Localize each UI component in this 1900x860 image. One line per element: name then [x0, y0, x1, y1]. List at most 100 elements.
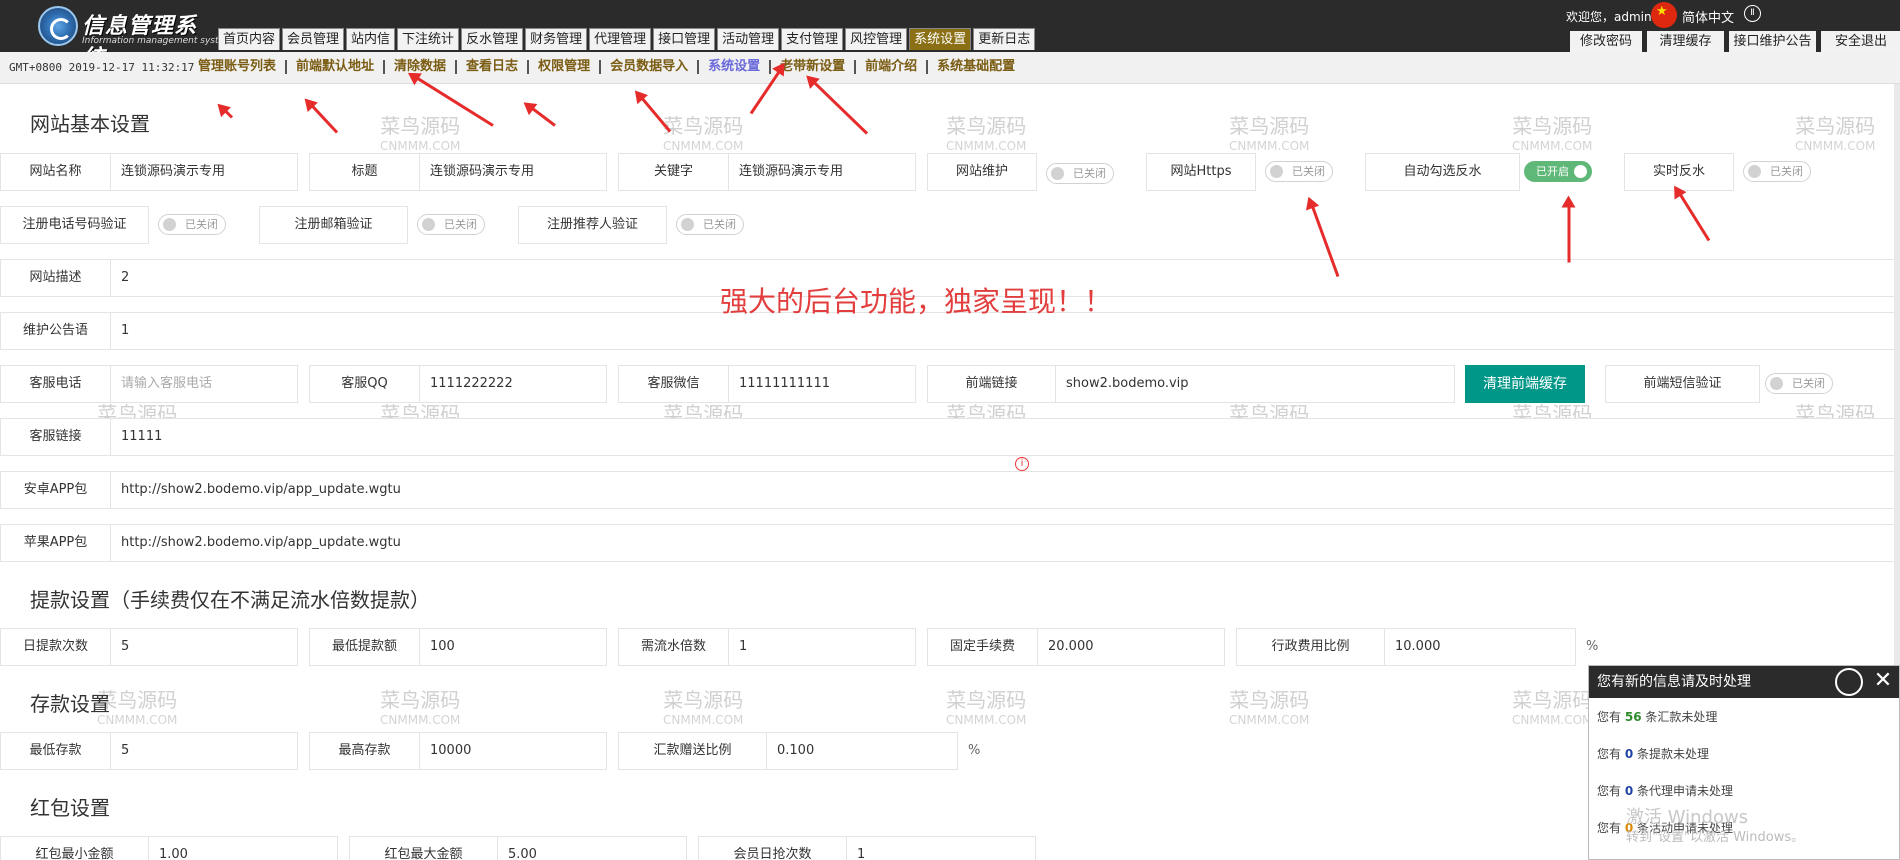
clear-frontend-cache-button[interactable]: 清理前端缓存 — [1465, 365, 1585, 403]
android-app-input[interactable]: http://show2.bodemo.vip/app_update.wgtu — [111, 472, 1811, 508]
title-input[interactable]: 连锁源码演示专用 — [420, 154, 606, 190]
cs-phone-input[interactable]: 请输入客服电话 — [111, 366, 297, 402]
field-label: 自动勾选反水 — [1403, 164, 1482, 179]
subnav-permissions[interactable]: 权限管理 — [527, 60, 599, 74]
annotation-arrow — [812, 81, 869, 135]
maintenance-toggle[interactable]: 已关闭 — [1046, 163, 1114, 184]
info-icon[interactable]: i — [1015, 457, 1029, 471]
annotation-arrow — [223, 109, 234, 119]
topnav-finance[interactable]: 财务管理 — [525, 28, 588, 50]
china-flag-icon[interactable] — [1651, 2, 1677, 28]
top-actions: 修改密码 清理缓存 接口维护公告 安全退出 — [1570, 31, 1900, 52]
redpack-min-field[interactable]: 红包最小金额 1.00 — [0, 836, 338, 860]
deposit-min-field[interactable]: 最低存款 5 — [0, 732, 298, 770]
android-app-field[interactable]: 安卓APP包 http://show2.bodemo.vip/app_updat… — [0, 471, 1900, 509]
field-label: 网站名称 — [1, 154, 111, 190]
redpack-min-input[interactable]: 1.00 — [149, 837, 337, 860]
withdraw-daily-times-field[interactable]: 日提款次数 5 — [0, 628, 298, 666]
redpack-max-field[interactable]: 红包最大金额 5.00 — [349, 836, 687, 860]
subnav-admin-accounts[interactable]: 管理账号列表 — [190, 60, 285, 74]
turnover-multiple-field[interactable]: 需流水倍数 1 — [618, 628, 916, 666]
section-title-redpack: 红包设置 — [30, 796, 110, 820]
withdraw-min-field[interactable]: 最低提款额 100 — [309, 628, 607, 666]
notification-header: 您有新的信息请及时处理 ✕ — [1589, 666, 1899, 698]
change-password-button[interactable]: 修改密码 — [1570, 31, 1642, 52]
subnav-logs[interactable]: 查看日志 — [455, 60, 527, 74]
title-field[interactable]: 标题 连锁源码演示专用 — [309, 153, 607, 191]
topnav-agents[interactable]: 代理管理 — [589, 28, 652, 50]
redpack-daily-times-field[interactable]: 会员日抢次数 1 — [698, 836, 1036, 860]
https-toggle[interactable]: 已关闭 — [1265, 161, 1333, 182]
admin-fee-ratio-field[interactable]: 行政费用比例 10.000 — [1236, 628, 1576, 666]
fixed-fee-field[interactable]: 固定手续费 20.000 — [927, 628, 1225, 666]
app-logo: 信息管理系统 Information management system — [38, 4, 233, 71]
notice-remittance-row[interactable]: 您有 56 条汇款未处理 — [1597, 708, 1717, 725]
watermark: 菜鸟源码CNMMM.COM — [1229, 114, 1310, 153]
field-label: 客服电话 — [1, 366, 111, 402]
deposit-min-input[interactable]: 5 — [111, 733, 297, 769]
deposit-max-field[interactable]: 最高存款 10000 — [309, 732, 607, 770]
subnav-basic-config[interactable]: 系统基础配置 — [926, 60, 1024, 74]
redpack-daily-times-input[interactable]: 1 — [847, 837, 1035, 860]
email-verify-toggle[interactable]: 已关闭 — [417, 214, 485, 235]
subnav-frontend-intro[interactable]: 前端介绍 — [854, 60, 926, 74]
subnav-system-settings[interactable]: 系统设置 — [697, 60, 769, 74]
notice-withdraw-row[interactable]: 您有 0 条提款未处理 — [1597, 745, 1709, 762]
keywords-field[interactable]: 关键字 连锁源码演示专用 — [618, 153, 916, 191]
site-name-input[interactable]: 连锁源码演示专用 — [111, 154, 297, 190]
language-selector[interactable]: 简体中文 — [1682, 7, 1734, 26]
field-label: 最低存款 — [1, 733, 111, 769]
withdraw-daily-times-input[interactable]: 5 — [111, 629, 297, 665]
frontend-link-input[interactable]: show2.bodemo.vip — [1056, 366, 1454, 402]
subnav-member-import[interactable]: 会员数据导入 — [599, 60, 697, 74]
field-label: 维护公告语 — [1, 313, 111, 349]
phone-verify-field: 注册电话号码验证 — [0, 206, 149, 244]
deposit-bonus-ratio-input[interactable]: 0.100 — [767, 733, 957, 769]
admin-fee-ratio-input[interactable]: 10.000 — [1385, 629, 1575, 665]
cs-link-input[interactable]: 11111 — [111, 419, 1811, 455]
phone-verify-toggle[interactable]: 已关闭 — [158, 214, 226, 235]
deposit-max-input[interactable]: 10000 — [420, 733, 606, 769]
topnav-home[interactable]: 首页内容 — [218, 28, 281, 50]
auto-rebate-toggle[interactable]: 已开启 — [1524, 161, 1592, 182]
topnav-system-settings[interactable]: 系统设置 — [909, 28, 972, 50]
ios-app-input[interactable]: http://show2.bodemo.vip/app_update.wgtu — [111, 525, 1811, 561]
topnav-messages[interactable]: 站内信 — [346, 28, 396, 50]
cs-wechat-field[interactable]: 客服微信 11111111111 — [618, 365, 916, 403]
cs-wechat-input[interactable]: 11111111111 — [729, 366, 915, 402]
notification-title: 您有新的信息请及时处理 — [1597, 674, 1751, 690]
field-label: 会员日抢次数 — [699, 837, 847, 860]
topnav-payment[interactable]: 支付管理 — [781, 28, 844, 50]
turnover-multiple-input[interactable]: 1 — [729, 629, 915, 665]
withdraw-min-input[interactable]: 100 — [420, 629, 606, 665]
subnav-default-address[interactable]: 前端默认地址 — [285, 60, 383, 74]
topnav-risk[interactable]: 风控管理 — [845, 28, 908, 50]
cs-qq-input[interactable]: 1111222222 — [420, 366, 606, 402]
cs-qq-field[interactable]: 客服QQ 1111222222 — [309, 365, 607, 403]
ios-app-field[interactable]: 苹果APP包 http://show2.bodemo.vip/app_updat… — [0, 524, 1900, 562]
close-icon[interactable]: ✕ — [1873, 670, 1893, 692]
clear-cache-button[interactable]: 清理缓存 — [1647, 31, 1724, 52]
notice-agent-row[interactable]: 您有 0 条代理申请未处理 — [1597, 782, 1733, 799]
section-title-basic: 网站基本设置 — [30, 112, 150, 136]
frontend-sms-toggle[interactable]: 已关闭 — [1765, 373, 1833, 394]
topnav-bet-stats[interactable]: 下注统计 — [397, 28, 460, 50]
topnav-members[interactable]: 会员管理 — [282, 28, 345, 50]
keywords-input[interactable]: 连锁源码演示专用 — [729, 154, 915, 190]
topnav-api[interactable]: 接口管理 — [653, 28, 716, 50]
referrer-verify-toggle[interactable]: 已关闭 — [676, 214, 744, 235]
topnav-rebate[interactable]: 反水管理 — [461, 28, 524, 50]
pause-icon[interactable]: Ⅱ — [1744, 5, 1761, 22]
topnav-activities[interactable]: 活动管理 — [717, 28, 780, 50]
topnav-changelog[interactable]: 更新日志 — [973, 28, 1036, 50]
deposit-bonus-ratio-field[interactable]: 汇款赠送比例 0.100 — [618, 732, 958, 770]
site-name-field[interactable]: 网站名称 连锁源码演示专用 — [0, 153, 298, 191]
realtime-rebate-toggle[interactable]: 已关闭 — [1743, 161, 1811, 182]
frontend-link-field[interactable]: 前端链接 show2.bodemo.vip — [927, 365, 1455, 403]
fixed-fee-input[interactable]: 20.000 — [1038, 629, 1224, 665]
api-maintenance-notice-button[interactable]: 接口维护公告 — [1729, 31, 1816, 52]
cs-link-field[interactable]: 客服链接 11111 — [0, 418, 1900, 456]
logout-button[interactable]: 安全退出 — [1821, 31, 1900, 52]
redpack-max-input[interactable]: 5.00 — [498, 837, 686, 860]
cs-phone-field[interactable]: 客服电话 请输入客服电话 — [0, 365, 298, 403]
